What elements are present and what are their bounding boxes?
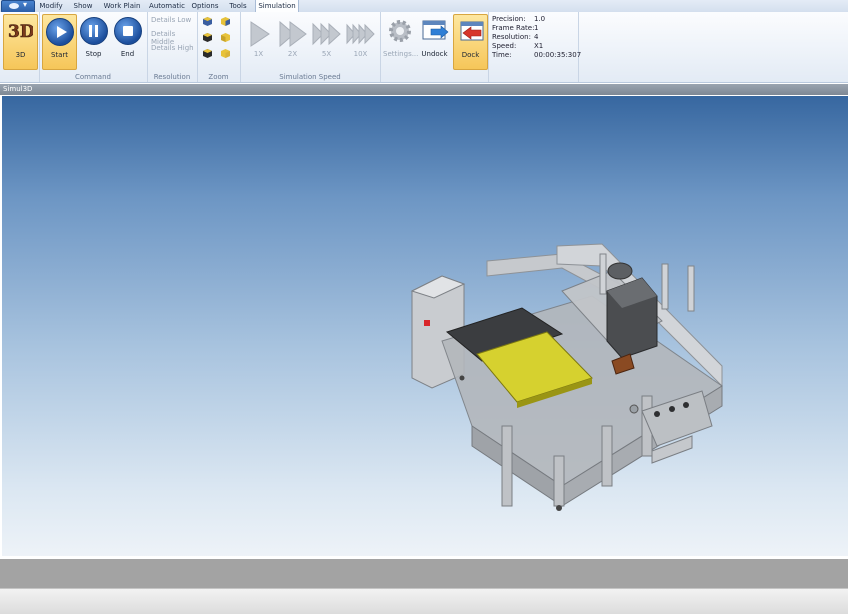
start-button[interactable]: Start (42, 14, 77, 70)
group-command: Start Stop End Command (39, 12, 148, 82)
speed-5x-icon (312, 22, 341, 46)
undock-label: Undock (421, 50, 448, 58)
zoom-fit-cube-icon[interactable] (203, 17, 212, 26)
tab-work-plain[interactable]: Work Plain (101, 0, 143, 12)
group-3d: 3D 3D (0, 12, 40, 82)
framerate-value: 1 (534, 24, 539, 32)
settings-button[interactable]: Settings... (383, 14, 419, 68)
start-label: Start (50, 51, 69, 59)
zoom-in-cube-icon[interactable] (221, 17, 230, 26)
pane-title: Simul3D (3, 85, 33, 93)
precision-label: Precision: (492, 15, 526, 23)
pause-icon (80, 17, 108, 45)
details-low-button[interactable]: Details Low (151, 16, 191, 24)
group-label-command: Command (75, 73, 111, 81)
machine-3d-model (410, 243, 723, 511)
details-high-button[interactable]: Details High (151, 44, 194, 52)
emergency-stop-icon (424, 320, 430, 326)
play-icon (46, 18, 74, 46)
3d-icon: 3D (8, 22, 33, 41)
tab-automatic[interactable]: Automatic (146, 0, 188, 12)
speed-2x-icon (279, 20, 307, 48)
3d-button[interactable]: 3D 3D (3, 14, 38, 70)
group-label-simulation-speed: Simulation Speed (279, 73, 341, 81)
zoom-all-cube-icon[interactable] (203, 49, 212, 58)
resolution-label: Resolution: (492, 33, 531, 41)
speed-5x-button[interactable]: 5X (310, 14, 343, 68)
tab-show[interactable]: Show (68, 0, 98, 12)
speed-1x-button[interactable]: 1X (242, 14, 275, 68)
speed-10x-button[interactable]: 10X (344, 14, 377, 68)
pane-title-bar[interactable]: Simul3D (0, 84, 848, 95)
group-label-zoom: Zoom (208, 73, 229, 81)
gear-icon (389, 20, 411, 42)
group-zoom: Zoom (197, 12, 241, 82)
speed-1x-icon (250, 21, 270, 47)
speed-1x-label: 1X (253, 50, 264, 58)
speed-2x-button[interactable]: 2X (276, 14, 309, 68)
speed-5x-label: 5X (321, 50, 332, 58)
settings-label: Settings... (383, 50, 419, 58)
status-bar (0, 559, 848, 588)
group-simulation-speed: 1X 2X 5X 10X Simulation Speed (240, 12, 381, 82)
stop-square-icon (114, 17, 142, 45)
undock-window-icon (422, 20, 449, 40)
resolution-value: 4 (534, 33, 539, 41)
speed-2x-label: 2X (287, 50, 298, 58)
stop-label: Stop (85, 50, 102, 58)
precision-value: 1.0 (534, 15, 546, 23)
footer-bar (0, 588, 848, 614)
app-logo-icon (9, 3, 19, 9)
dock-button[interactable]: Dock (453, 14, 488, 70)
undock-button[interactable]: Undock (418, 14, 451, 68)
svg-text:3D: 3D (8, 22, 33, 41)
chevron-down-icon: ▾ (23, 0, 28, 9)
tab-tools[interactable]: Tools (224, 0, 252, 12)
stop-button[interactable]: Stop (77, 14, 110, 68)
framerate-label: Frame Rate: (492, 24, 535, 32)
tab-simulation[interactable]: Simulation (255, 0, 299, 12)
tab-modify[interactable]: Modify (36, 0, 66, 12)
3d-label: 3D (15, 51, 26, 59)
end-label: End (120, 50, 135, 58)
group-resolution: Details Low Details Middle Details High … (147, 12, 198, 82)
end-button[interactable]: End (111, 14, 144, 68)
simulation-info-panel: Precision: 1.0 Frame Rate: 1 Resolution:… (488, 12, 582, 82)
time-value: 00:00:35:307 (534, 51, 582, 59)
tab-options[interactable]: Options (190, 0, 220, 12)
dock-label: Dock (461, 51, 480, 59)
dock-window-icon (460, 21, 484, 41)
speed-10x-label: 10X (353, 50, 368, 58)
3d-viewport[interactable] (2, 96, 848, 558)
speed-label: Speed: (492, 42, 517, 50)
zoom-out-cube-icon[interactable] (203, 33, 212, 42)
zoom-window-cube-icon[interactable] (221, 33, 230, 42)
ribbon: 3D 3D Start Stop End Command Details Low… (0, 12, 848, 83)
group-label-resolution: Resolution (153, 73, 191, 81)
speed-10x-icon (346, 23, 375, 45)
time-label: Time: (492, 51, 512, 59)
group-window: Settings... Undock Dock (380, 12, 489, 82)
zoom-reset-cube-icon[interactable] (221, 49, 230, 58)
speed-value: X1 (534, 42, 544, 50)
viewport-border (2, 556, 848, 558)
